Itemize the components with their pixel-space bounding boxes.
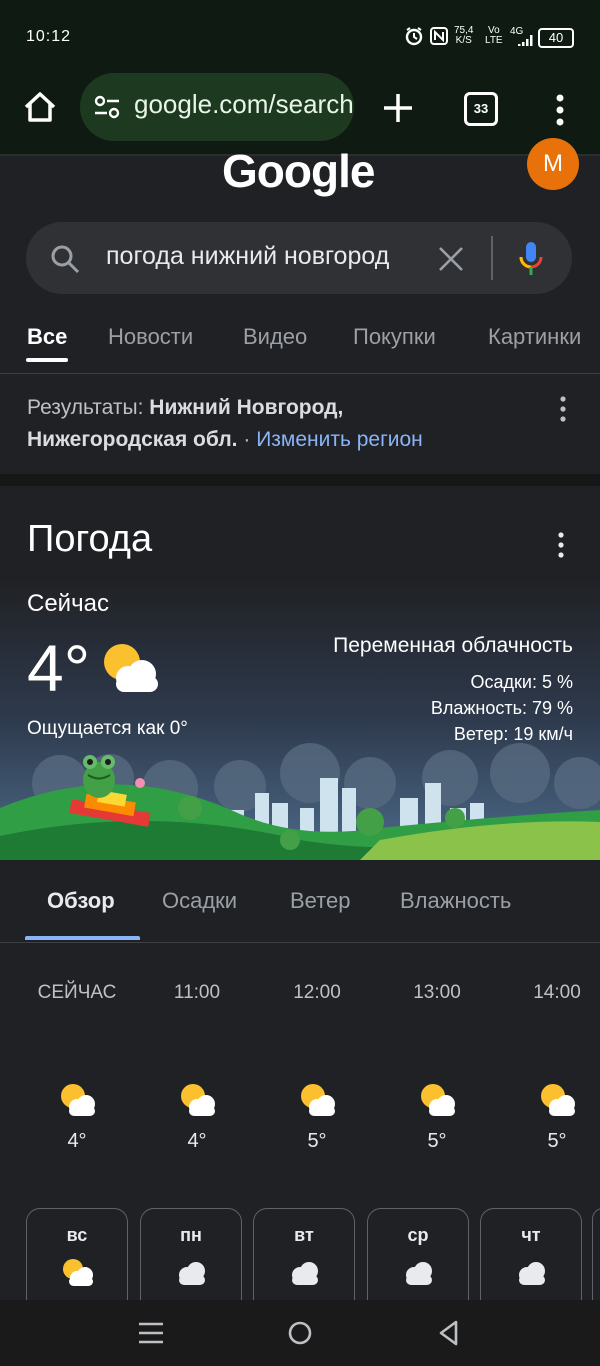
hour-time: СЕЙЧАС xyxy=(37,982,117,1003)
hour-time: 12:00 xyxy=(293,982,341,1003)
tab-news[interactable]: Новости xyxy=(108,324,193,350)
cloud-icon xyxy=(179,1262,205,1285)
cloud-icon xyxy=(519,1262,545,1285)
weather-title: Погода xyxy=(27,518,153,560)
region-line-1: Результаты: Нижний Новгород, xyxy=(27,396,343,420)
alarm-icon xyxy=(405,27,423,46)
results-region: Результаты: Нижний Новгород, Нижегородск… xyxy=(0,374,600,475)
partly-cloudy-icon xyxy=(104,644,158,692)
volte-indicator: Vo LTE xyxy=(485,25,503,46)
mic-icon[interactable] xyxy=(516,240,546,278)
tab-images[interactable]: Картинки xyxy=(488,324,581,350)
partly-cloudy-icon xyxy=(301,1084,335,1116)
system-nav-bar xyxy=(0,1300,600,1366)
cloud-icon xyxy=(406,1262,432,1285)
search-input[interactable]: погода нижний новгород xyxy=(106,242,416,271)
weather-scene: Сейчас 4° Ощущается как 0° Переменная об… xyxy=(0,578,600,860)
back-icon[interactable] xyxy=(434,1318,464,1348)
weather-tab-wind[interactable]: Ветер xyxy=(290,888,350,914)
nfc-icon xyxy=(430,27,448,45)
cloud-icon xyxy=(292,1262,318,1285)
precipitation: Осадки: 5 % xyxy=(470,672,573,692)
feels-like: Ощущается как 0° xyxy=(27,718,188,739)
hour-temp: 4° xyxy=(67,1130,87,1152)
section-divider xyxy=(0,474,600,486)
hourly-item: 11:00 4° xyxy=(147,982,247,1152)
weather-tab-overview[interactable]: Обзор xyxy=(47,888,115,914)
day-name: вт xyxy=(294,1225,314,1245)
hour-temp: 5° xyxy=(307,1130,327,1152)
change-region-link[interactable]: Изменить регион xyxy=(256,428,423,451)
site-settings-icon[interactable] xyxy=(94,95,120,119)
url-bar[interactable]: google.com/search xyxy=(80,73,354,141)
weather-tab-humidity[interactable]: Влажность xyxy=(400,888,511,914)
day-name: вс xyxy=(66,1225,88,1245)
tab-video[interactable]: Видео xyxy=(243,324,307,350)
tab-all[interactable]: Все xyxy=(27,324,67,350)
search-box[interactable]: погода нижний новгород xyxy=(26,222,572,294)
partly-cloudy-icon xyxy=(421,1084,455,1116)
hour-temp: 5° xyxy=(547,1130,567,1152)
current-temperature: 4° xyxy=(27,631,91,705)
weather-card: Погода Сейчас 4° Ощущается как 0° Переме… xyxy=(0,486,600,1366)
partly-cloudy-icon xyxy=(61,1084,95,1116)
hourly-item: 13:00 5° xyxy=(387,982,487,1152)
battery-icon: 40 xyxy=(538,28,574,48)
partly-cloudy-icon xyxy=(541,1084,575,1116)
account-avatar[interactable]: M xyxy=(527,138,579,190)
day-name: чт xyxy=(521,1225,541,1245)
hour-temp: 4° xyxy=(187,1130,207,1152)
url-text: google.com/search xyxy=(134,89,354,119)
hour-time: 11:00 xyxy=(173,982,221,1003)
hour-time: 14:00 xyxy=(533,982,581,1003)
search-tabs: Все Новости Видео Покупки Картинки xyxy=(0,300,600,374)
status-time: 10:12 xyxy=(26,28,72,45)
signal-icon xyxy=(518,35,533,46)
weather-more-icon[interactable] xyxy=(558,532,564,558)
now-label: Сейчас xyxy=(27,590,109,617)
home-nav-icon[interactable] xyxy=(285,1318,315,1348)
partly-cloudy-icon xyxy=(181,1084,215,1116)
hour-time: 13:00 xyxy=(413,982,461,1003)
more-options-icon[interactable] xyxy=(560,396,566,422)
new-tab-icon[interactable] xyxy=(376,86,420,130)
hourly-item: 14:00 5° xyxy=(507,982,600,1152)
region-prefix: Результаты: xyxy=(27,396,150,419)
tab-switcher-button[interactable]: 33 xyxy=(464,92,498,126)
hourly-item: 12:00 5° xyxy=(267,982,367,1152)
partly-cloudy-icon xyxy=(63,1259,93,1286)
network-speed: 75,4 K/S xyxy=(454,25,474,46)
search-divider xyxy=(491,236,493,280)
weather-condition: Переменная облачность xyxy=(333,634,573,657)
search-icon xyxy=(51,245,80,274)
active-tab-indicator xyxy=(26,358,68,362)
region-city: Нижний Новгород, xyxy=(149,396,344,419)
weather-tabs: Обзор Осадки Ветер Влажность xyxy=(0,860,600,943)
wind: Ветер: 19 км/ч xyxy=(453,724,573,744)
region-separator: · xyxy=(237,428,257,451)
region-line-2: Нижегородская обл. · Изменить регион xyxy=(27,428,423,452)
region-oblast: Нижегородская обл. xyxy=(27,428,238,451)
recent-apps-icon[interactable] xyxy=(136,1318,166,1348)
tab-shopping[interactable]: Покупки xyxy=(353,324,436,350)
home-icon[interactable] xyxy=(18,86,62,130)
weather-tab-indicator xyxy=(25,936,140,940)
humidity: Влажность: 79 % xyxy=(430,698,573,718)
google-logo[interactable]: Google xyxy=(222,144,375,198)
clear-icon[interactable] xyxy=(438,246,464,272)
browser-menu-icon[interactable] xyxy=(548,88,572,132)
day-name: пн xyxy=(180,1225,202,1245)
hour-temp: 5° xyxy=(427,1130,447,1152)
hourly-item: СЕЙЧАС 4° xyxy=(27,982,127,1152)
weather-tab-precipitation[interactable]: Осадки xyxy=(162,888,237,914)
day-name: ср xyxy=(407,1225,429,1245)
status-bar: 10:12 75,4 K/S Vo LTE 4G 40 xyxy=(0,0,600,70)
